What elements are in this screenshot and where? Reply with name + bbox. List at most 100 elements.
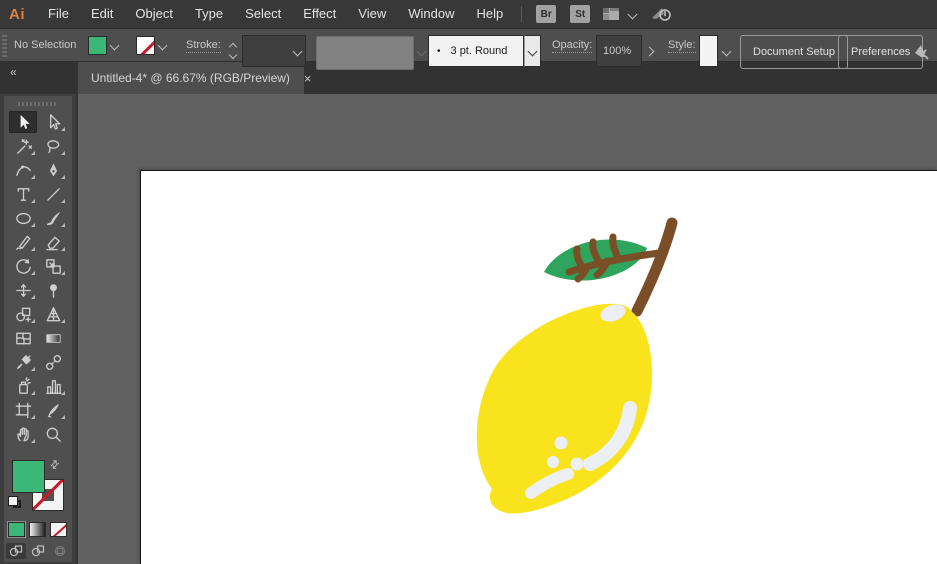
- menu-view[interactable]: View: [347, 0, 397, 28]
- eyedropper-tool-icon: [16, 354, 31, 369]
- fill-proxy[interactable]: [12, 460, 45, 493]
- menu-object[interactable]: Object: [124, 0, 184, 28]
- direct-selection-tool-icon: [49, 113, 60, 130]
- document-tab-title: Untitled-4* @ 66.67% (RGB/Preview): [91, 71, 290, 85]
- control-panel-menu-icon[interactable]: [912, 35, 930, 67]
- mesh-tool[interactable]: [9, 327, 37, 349]
- fill-chevron-down-icon[interactable]: [107, 35, 122, 55]
- menu-help[interactable]: Help: [465, 0, 514, 28]
- style-chevron-down-icon[interactable]: [719, 35, 734, 67]
- brush-chevron-down-icon[interactable]: [524, 35, 541, 67]
- draw-normal-button[interactable]: [6, 543, 26, 559]
- brush-name: 3 pt. Round: [450, 45, 508, 57]
- brush-definition-field[interactable]: • 3 pt. Round: [428, 35, 524, 67]
- opacity-field[interactable]: 100%: [596, 35, 642, 67]
- tools-panel: ⇄: [4, 96, 72, 562]
- direct-selection-tool[interactable]: [39, 111, 67, 133]
- highlight-dot-3: [570, 457, 584, 471]
- symbol-sprayer-tool-icon: [18, 376, 31, 394]
- rotate-tool-icon: [15, 258, 31, 274]
- stroke-weight-field[interactable]: [242, 35, 306, 67]
- drawing-mode-row: [6, 543, 70, 559]
- fill-color-group: [88, 29, 122, 61]
- stroke-color-group: [136, 29, 170, 61]
- fill-color-swatch[interactable]: [88, 35, 107, 55]
- app-logo: Ai: [9, 5, 25, 23]
- width-tool-icon: [15, 283, 31, 297]
- column-graph-tool[interactable]: [39, 375, 67, 397]
- magic-wand-tool-icon: [16, 138, 32, 154]
- gradient-button[interactable]: [29, 522, 46, 537]
- artboard[interactable]: [140, 170, 937, 564]
- menu-edit[interactable]: Edit: [80, 0, 124, 28]
- color-button[interactable]: [7, 521, 26, 538]
- menu-window[interactable]: Window: [397, 0, 465, 28]
- stroke-weight-stepper[interactable]: [226, 35, 239, 67]
- preferences-button[interactable]: Preferences: [838, 35, 924, 69]
- workspace-switcher-icon[interactable]: [602, 7, 620, 21]
- stock-button[interactable]: St: [570, 5, 591, 23]
- collapse-panels-button[interactable]: «: [10, 65, 17, 79]
- perspective-grid-tool[interactable]: [39, 303, 67, 325]
- menu-bar: Ai File Edit Object Type Select Effect V…: [0, 0, 937, 28]
- swap-fill-stroke-icon[interactable]: ⇄: [47, 457, 62, 472]
- scale-tool[interactable]: [39, 255, 67, 277]
- shaper-tool[interactable]: [9, 231, 37, 253]
- zoom-tool[interactable]: [39, 423, 67, 445]
- default-fill-stroke-icon[interactable]: [8, 496, 22, 509]
- menu-select[interactable]: Select: [234, 0, 292, 28]
- hand-tool-icon: [16, 426, 29, 441]
- hand-tool[interactable]: [9, 423, 37, 445]
- artboard-tool[interactable]: [9, 399, 37, 421]
- stroke-chevron-down-icon[interactable]: [155, 35, 170, 55]
- puppet-warp-tool[interactable]: [39, 279, 67, 301]
- type-tool[interactable]: [9, 183, 37, 205]
- lemon-stem[interactable]: [631, 217, 678, 317]
- style-label[interactable]: Style:: [668, 39, 696, 53]
- bridge-button[interactable]: Br: [536, 5, 557, 23]
- document-tab-close-icon[interactable]: ×: [304, 71, 312, 86]
- paintbrush-tool[interactable]: [39, 207, 67, 229]
- tool-grid: [8, 110, 68, 446]
- perspective-grid-tool-icon: [46, 306, 60, 321]
- stroke-weight-chevron-down-icon[interactable]: [290, 41, 305, 61]
- opacity-label[interactable]: Opacity:: [552, 39, 593, 53]
- style-swatch[interactable]: [699, 35, 718, 67]
- cc-sync-icon[interactable]: [650, 6, 672, 22]
- pen-tool[interactable]: [39, 159, 67, 181]
- gradient-tool[interactable]: [39, 327, 67, 349]
- opacity-chevron-right-icon[interactable]: [642, 35, 657, 67]
- draw-inside-button[interactable]: [50, 543, 70, 559]
- menu-type[interactable]: Type: [184, 0, 234, 28]
- stroke-color-swatch[interactable]: [136, 35, 155, 55]
- opacity-value: 100%: [603, 45, 632, 57]
- selection-tool[interactable]: [9, 111, 37, 133]
- none-button[interactable]: [50, 522, 67, 537]
- slice-tool[interactable]: [39, 399, 67, 421]
- menu-effect[interactable]: Effect: [292, 0, 347, 28]
- symbol-sprayer-tool[interactable]: [9, 375, 37, 397]
- stroke-weight-label[interactable]: Stroke:: [186, 39, 221, 53]
- shape-builder-tool-icon: [15, 307, 31, 322]
- line-segment-tool[interactable]: [39, 183, 67, 205]
- menubar-separator: [521, 6, 523, 22]
- control-bar-grip[interactable]: [2, 33, 7, 57]
- blend-tool[interactable]: [39, 351, 67, 373]
- curvature-tool[interactable]: [9, 159, 37, 181]
- blend-tool-icon: [45, 354, 61, 370]
- eraser-tool[interactable]: [39, 231, 67, 253]
- document-setup-button[interactable]: Document Setup: [740, 35, 848, 69]
- magic-wand-tool[interactable]: [9, 135, 37, 157]
- width-tool[interactable]: [9, 279, 37, 301]
- mesh-tool-icon: [15, 332, 31, 344]
- panel-grip[interactable]: [18, 102, 58, 106]
- menu-file[interactable]: File: [37, 0, 80, 28]
- ellipse-tool[interactable]: [9, 207, 37, 229]
- rotate-tool[interactable]: [9, 255, 37, 277]
- eyedropper-tool[interactable]: [9, 351, 37, 373]
- workspace-chevron-down-icon[interactable]: [625, 4, 640, 24]
- gradient-tool-icon: [45, 333, 61, 343]
- draw-behind-button[interactable]: [28, 543, 48, 559]
- lasso-tool[interactable]: [39, 135, 67, 157]
- shape-builder-tool[interactable]: [9, 303, 37, 325]
